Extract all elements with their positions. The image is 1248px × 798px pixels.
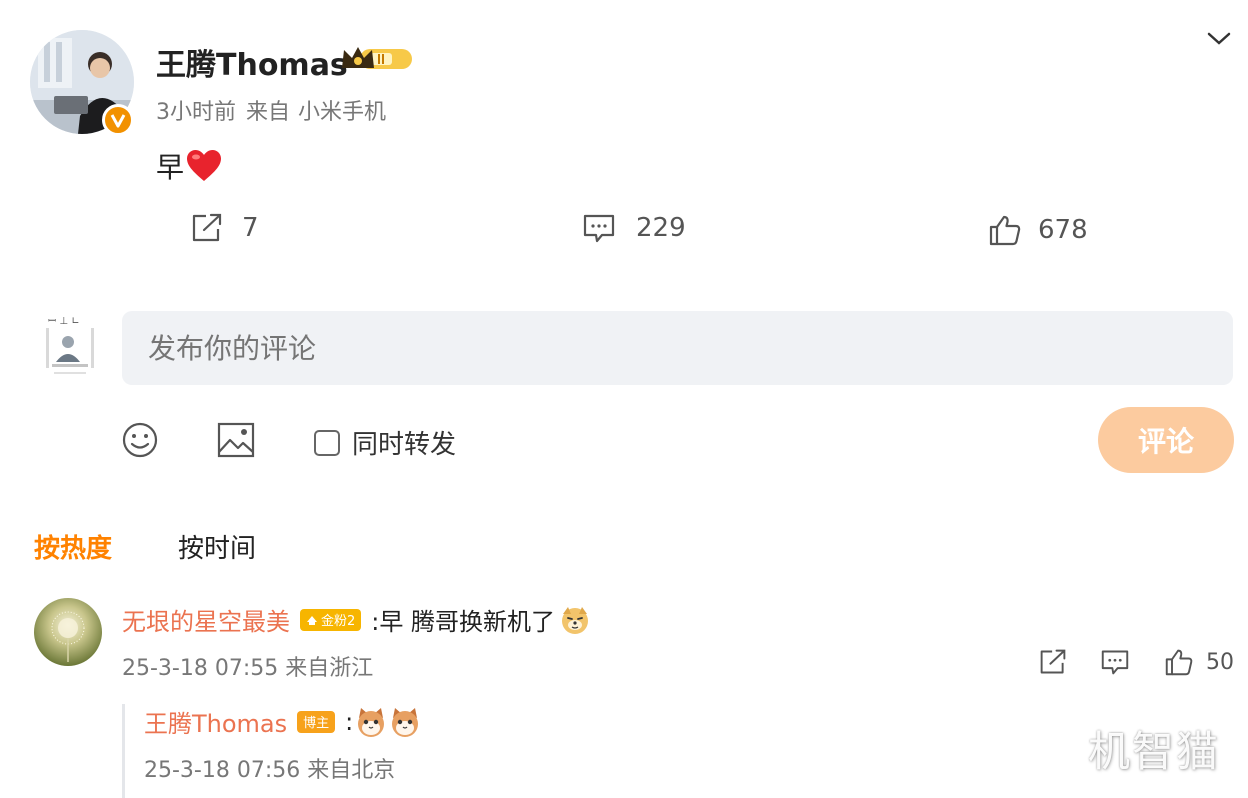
cat-emoji-icon — [358, 707, 385, 737]
fan-badge-icon — [307, 615, 317, 625]
tab-sort-time[interactable]: 按时间 — [178, 528, 256, 565]
post-source-prefix: 来自 — [246, 100, 291, 125]
submit-comment-button[interactable]: 评论 — [1098, 407, 1234, 473]
verified-badge-icon — [102, 104, 134, 136]
like-icon — [989, 215, 1021, 246]
emoji-icon — [122, 422, 158, 458]
comment-meta: 25-3-18 07:55 来自浙江 — [122, 656, 374, 681]
reply-text: : — [345, 707, 354, 736]
comment-icon — [1101, 650, 1129, 675]
comment-repost-button[interactable] — [1038, 648, 1068, 676]
reply-meta: 25-3-18 07:56 来自北京 — [144, 758, 396, 783]
post-text: 早 — [156, 151, 185, 184]
post-content: 早 — [156, 146, 222, 186]
like-button[interactable]: 678 — [988, 214, 1088, 246]
comment-like-count: 50 — [1206, 649, 1234, 675]
dog-emoji-icon — [562, 606, 588, 634]
post-source[interactable]: 小米手机 — [298, 100, 386, 125]
comment-button[interactable]: 229 — [582, 212, 686, 244]
comment-like-button[interactable]: 50 — [1164, 648, 1234, 676]
comment-icon — [583, 214, 615, 243]
repost-button[interactable]: 7 — [190, 212, 259, 244]
blogger-badge: 博主 — [297, 710, 336, 733]
commenter-avatar[interactable] — [34, 598, 102, 666]
reply-divider — [122, 704, 125, 798]
my-avatar[interactable]: ꟷ ⊥ ∟ — [42, 310, 98, 382]
cat-emoji-icon — [392, 707, 419, 737]
comment-count: 229 — [636, 213, 686, 243]
like-icon — [1165, 649, 1193, 676]
reply-author-name[interactable]: 王腾Thomas — [144, 704, 287, 739]
comment-header: 无垠的星空最美 金粉2 :早 腾哥换新机了 — [122, 602, 591, 637]
repost-checkbox[interactable]: 同时转发 — [314, 424, 456, 461]
blogger-badge-text: 博主 — [303, 716, 330, 731]
watermark: 机智猫 — [1088, 727, 1221, 776]
repost-checkbox-label: 同时转发 — [352, 430, 457, 460]
heart-emoji-icon — [187, 150, 222, 181]
commenter-name[interactable]: 无垠的星空最美 — [122, 602, 290, 637]
vip-crown-badge-icon[interactable] — [340, 44, 414, 74]
reply-header: 王腾Thomas 博主 : — [144, 704, 421, 739]
svg-text:ꟷ ⊥ ∟: ꟷ ⊥ ∟ — [48, 316, 80, 327]
fan-level-badge: 金粉2 — [300, 608, 362, 631]
comment-input[interactable] — [122, 311, 1233, 385]
repost-count: 7 — [242, 213, 259, 243]
author-name[interactable]: 王腾Thomas — [156, 40, 348, 84]
comment-reply-button[interactable] — [1100, 648, 1130, 676]
post-time: 3小时前 — [156, 100, 236, 125]
image-icon — [217, 422, 255, 458]
emoji-button[interactable] — [120, 420, 160, 464]
repost-icon — [1040, 649, 1066, 674]
more-chevron-down-icon[interactable] — [1204, 26, 1234, 50]
comment-text: :早 腾哥换新机了 — [371, 608, 555, 636]
repost-icon — [192, 213, 222, 242]
post-meta: 3小时前 来自 小米手机 — [156, 94, 396, 126]
image-button[interactable] — [216, 420, 256, 464]
fan-level-badge-text: 金粉2 — [321, 614, 356, 629]
like-count: 678 — [1038, 215, 1088, 245]
tab-sort-hot[interactable]: 按热度 — [34, 528, 112, 565]
checkbox-box[interactable] — [314, 429, 340, 456]
